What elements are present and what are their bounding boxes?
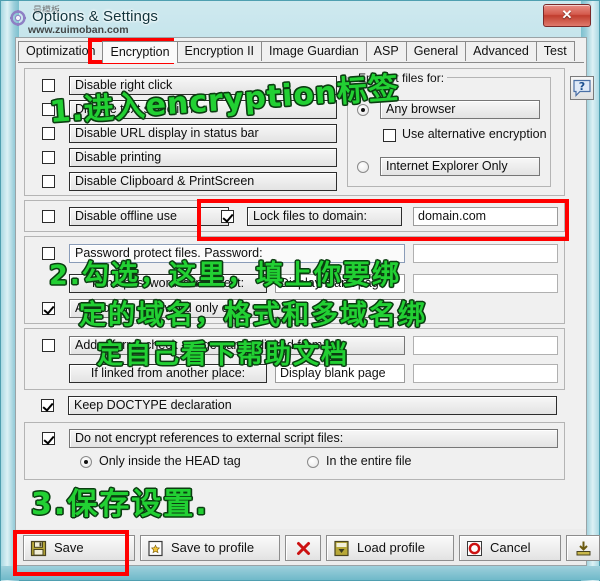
label-disable-right-click[interactable]: Disable right click bbox=[69, 76, 337, 95]
label-disable-text-selection[interactable]: Disable text selection bbox=[69, 100, 337, 119]
options-settings-window: 最模板 Options & Settings www.zuimoban.com … bbox=[0, 0, 600, 581]
download-arrow-icon bbox=[575, 540, 592, 557]
window-frame-bottom bbox=[1, 566, 600, 580]
save-to-profile-button[interactable]: Save to profile bbox=[140, 535, 280, 561]
external-scripts-group: Do not encrypt references to external sc… bbox=[24, 422, 565, 480]
password-incorrect-value-input[interactable] bbox=[413, 274, 558, 293]
radio-in-entire-file[interactable] bbox=[307, 456, 319, 468]
checkbox-do-not-encrypt-external-scripts[interactable] bbox=[42, 432, 55, 445]
save-button[interactable]: Save bbox=[23, 535, 135, 561]
encryption-tab-panel: Disable right click Disable text selecti… bbox=[16, 64, 594, 564]
label-disable-clipboard[interactable]: Disable Clipboard & PrintScreen bbox=[69, 172, 337, 191]
help-question-icon: ? bbox=[573, 79, 591, 97]
cancel-circle-icon bbox=[466, 540, 483, 557]
window-title: Options & Settings bbox=[32, 8, 159, 25]
tab-image-guardian[interactable]: Image Guardian bbox=[261, 41, 367, 61]
tab-advanced[interactable]: Advanced bbox=[465, 41, 537, 61]
label-only-inside-head: Only inside the HEAD tag bbox=[99, 454, 241, 468]
checkbox-disable-printing[interactable] bbox=[42, 151, 55, 164]
label-disable-url-display[interactable]: Disable URL display in status bar bbox=[69, 124, 337, 143]
help-button[interactable]: ? bbox=[570, 76, 594, 100]
doctype-row: Keep DOCTYPE declaration bbox=[24, 394, 565, 420]
delete-profile-button[interactable] bbox=[285, 535, 321, 561]
label-if-linked-from-another-place[interactable]: If linked from another place: bbox=[69, 364, 267, 383]
label-add-referrer-check[interactable]: Add referrer check - page can be linked … bbox=[69, 336, 405, 355]
title-bar: 最模板 Options & Settings www.zuimoban.com … bbox=[1, 1, 600, 36]
label-disable-offline-use[interactable]: Disable offline use bbox=[69, 207, 229, 226]
label-in-entire-file: In the entire file bbox=[326, 454, 412, 468]
encrypt-files-for-title: Encrypt files for: bbox=[355, 71, 448, 85]
import-settings-button[interactable] bbox=[566, 535, 600, 561]
label-disable-printing[interactable]: Disable printing bbox=[69, 148, 337, 167]
combo-password-incorrect-action[interactable]: Display blank page bbox=[275, 274, 405, 293]
dialog-button-bar: Save Save to profile Load profile Cancel bbox=[15, 529, 600, 566]
watermark-url: www.zuimoban.com bbox=[28, 24, 129, 36]
combo-linked-action[interactable]: Display blank page bbox=[275, 364, 405, 383]
gear-icon bbox=[10, 10, 26, 26]
cancel-button-label: Cancel bbox=[490, 540, 531, 555]
radio-internet-explorer-only[interactable] bbox=[357, 161, 369, 173]
tab-bar: Optimization Encryption Encryption II Im… bbox=[18, 41, 584, 63]
checkbox-disable-right-click[interactable] bbox=[42, 79, 55, 92]
save-to-profile-label: Save to profile bbox=[171, 540, 255, 555]
checkbox-disable-text-selection[interactable] bbox=[42, 103, 55, 116]
checkbox-password-protect[interactable] bbox=[42, 247, 55, 260]
checkbox-use-alternative-encryption[interactable] bbox=[383, 129, 396, 142]
password-group: Password protect files. Password: If the… bbox=[24, 236, 565, 324]
load-profile-button[interactable]: Load profile bbox=[326, 535, 454, 561]
load-profile-icon bbox=[333, 540, 350, 557]
dialog-client-area: Optimization Encryption Encryption II Im… bbox=[15, 37, 594, 565]
floppy-disk-icon bbox=[30, 540, 47, 557]
cancel-button[interactable]: Cancel bbox=[459, 535, 561, 561]
tab-encryption-ii[interactable]: Encryption II bbox=[176, 41, 263, 61]
tab-test[interactable]: Test bbox=[535, 41, 575, 61]
radio-only-inside-head[interactable] bbox=[80, 456, 92, 468]
tab-asp[interactable]: ASP bbox=[365, 41, 407, 61]
label-do-not-encrypt-external-scripts[interactable]: Do not encrypt references to external sc… bbox=[69, 429, 558, 448]
svg-text:?: ? bbox=[579, 80, 585, 93]
label-internet-explorer-only[interactable]: Internet Explorer Only bbox=[380, 157, 540, 176]
checkbox-ask-password-once[interactable] bbox=[42, 302, 55, 315]
close-button[interactable]: ✕ bbox=[543, 4, 591, 27]
tab-optimization[interactable]: Optimization bbox=[18, 41, 104, 61]
app-screen: 最模板 Options & Settings www.zuimoban.com … bbox=[0, 0, 600, 581]
checkbox-disable-offline-use[interactable] bbox=[42, 210, 55, 223]
radio-any-browser[interactable] bbox=[357, 104, 369, 116]
checkbox-keep-doctype[interactable] bbox=[41, 399, 54, 412]
referrer-allowed-input[interactable] bbox=[413, 336, 558, 355]
load-profile-label: Load profile bbox=[357, 540, 425, 555]
checkbox-lock-files-to-domain[interactable] bbox=[221, 210, 234, 223]
save-button-label: Save bbox=[54, 540, 84, 555]
tab-general[interactable]: General bbox=[405, 41, 467, 61]
protection-options-group: Disable right click Disable text selecti… bbox=[24, 68, 565, 196]
checkbox-disable-url-display[interactable] bbox=[42, 127, 55, 140]
label-password-protect[interactable]: Password protect files. Password: bbox=[69, 244, 405, 263]
label-any-browser[interactable]: Any browser bbox=[380, 100, 540, 119]
label-lock-files-to-domain[interactable]: Lock files to domain: bbox=[247, 207, 402, 226]
label-keep-doctype[interactable]: Keep DOCTYPE declaration bbox=[68, 396, 557, 415]
label-use-alternative-encryption: Use alternative encryption bbox=[402, 127, 547, 141]
checkbox-disable-clipboard[interactable] bbox=[42, 175, 55, 188]
referrer-group: Add referrer check - page can be linked … bbox=[24, 328, 565, 390]
offline-lock-group: Disable offline use Lock files to domain… bbox=[24, 200, 565, 232]
domain-input[interactable]: domain.com bbox=[413, 207, 558, 226]
referrer-linked-value-input[interactable] bbox=[413, 364, 558, 383]
label-ask-password-once[interactable]: Ask for the password only once bbox=[69, 299, 405, 318]
tab-encryption[interactable]: Encryption bbox=[102, 41, 178, 63]
checkbox-add-referrer-check[interactable] bbox=[42, 339, 55, 352]
red-x-icon bbox=[295, 540, 312, 557]
label-if-password-incorrect[interactable]: If the password is incorrect: bbox=[69, 274, 267, 293]
password-input[interactable] bbox=[413, 244, 558, 263]
save-profile-icon bbox=[147, 540, 164, 557]
